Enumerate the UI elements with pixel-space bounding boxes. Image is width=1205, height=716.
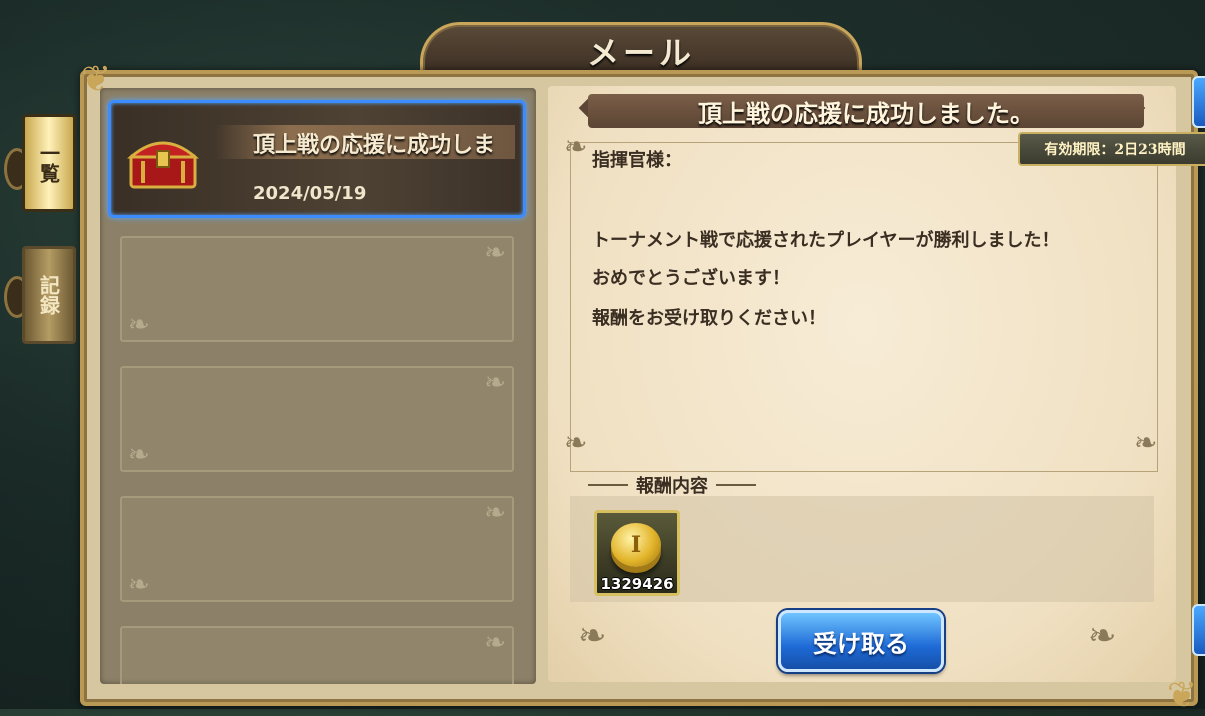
flourish-ornament-icon: ❧	[564, 130, 588, 163]
empty-mail-slot: ❧ ❧	[120, 236, 514, 342]
flourish-ornament-icon: ❧	[128, 310, 150, 340]
message-panel: 頂上戦の応援に成功しました。 ❧ ❧ ❧ 指揮官様： トーナメント戦で応援された…	[548, 86, 1176, 682]
side-action-button[interactable]	[1192, 76, 1205, 128]
flourish-ornament-icon: ❧	[484, 368, 506, 398]
header-line-divider	[716, 484, 756, 486]
empty-mail-slot: ❧ ❧	[120, 496, 514, 602]
mail-item-date: 2024/05/19	[253, 183, 367, 204]
message-title-banner: 頂上戦の応援に成功しました。	[588, 94, 1144, 128]
window-title-tab: メール	[420, 22, 862, 77]
empty-mail-slot: ❧ ❧	[120, 366, 514, 472]
flourish-ornament-icon: ❧	[1088, 616, 1117, 656]
flourish-ornament-icon: ❧	[578, 616, 607, 656]
reward-header-label: 報酬内容	[636, 476, 708, 497]
tab-history-label: 記録	[36, 275, 61, 315]
empty-mail-slot: ❧	[120, 626, 514, 684]
message-salutation: 指揮官様：	[592, 150, 682, 171]
flourish-ornament-icon: ❧	[128, 570, 150, 600]
flourish-ornament-icon: ❧	[484, 498, 506, 528]
gold-coin-icon: Ⅰ	[611, 523, 661, 567]
flourish-ornament-icon: ❧	[128, 440, 150, 470]
treasure-chest-icon	[127, 141, 199, 189]
reward-quantity: 1329426	[600, 575, 674, 593]
expiry-badge: 有効期限：2日23時間	[1018, 132, 1205, 166]
flourish-ornament-icon: ❧	[484, 628, 506, 658]
message-body-line: トーナメント戦で応援されたプレイヤーが勝利しました！	[592, 230, 1060, 251]
reward-section-header: 報酬内容	[588, 472, 756, 498]
message-body-line: 報酬をお受け取りください！	[592, 308, 826, 329]
message-title: 頂上戦の応援に成功しました。	[698, 98, 1034, 128]
window-title: メール	[586, 34, 695, 72]
mail-list-item-selected[interactable]: 頂上戦の応援に成功しま 2024/05/19	[108, 100, 526, 218]
header-line-divider	[588, 484, 628, 486]
tab-history[interactable]: 記録	[22, 246, 76, 344]
tab-inbox[interactable]: 一覧	[22, 114, 76, 212]
receive-button[interactable]: 受け取る	[778, 610, 944, 672]
side-action-button[interactable]	[1192, 604, 1205, 656]
flourish-ornament-icon: ❧	[1134, 426, 1158, 459]
mail-list-panel[interactable]: 頂上戦の応援に成功しま 2024/05/19 ❧ ❧ ❧ ❧ ❧ ❧ ❧	[100, 88, 536, 684]
message-body-line: おめでとうございます！	[592, 268, 790, 289]
flourish-ornament-icon: ❧	[484, 238, 506, 268]
mail-item-title: 頂上戦の応援に成功しま	[253, 132, 496, 158]
reward-item-gold[interactable]: Ⅰ 1329426	[594, 510, 680, 596]
tab-inbox-label: 一覧	[36, 143, 61, 183]
reward-items-area: Ⅰ 1329426	[570, 496, 1154, 602]
flourish-ornament-icon: ❧	[564, 426, 588, 459]
frame-corner-ornament-icon: ❦	[1166, 675, 1198, 716]
